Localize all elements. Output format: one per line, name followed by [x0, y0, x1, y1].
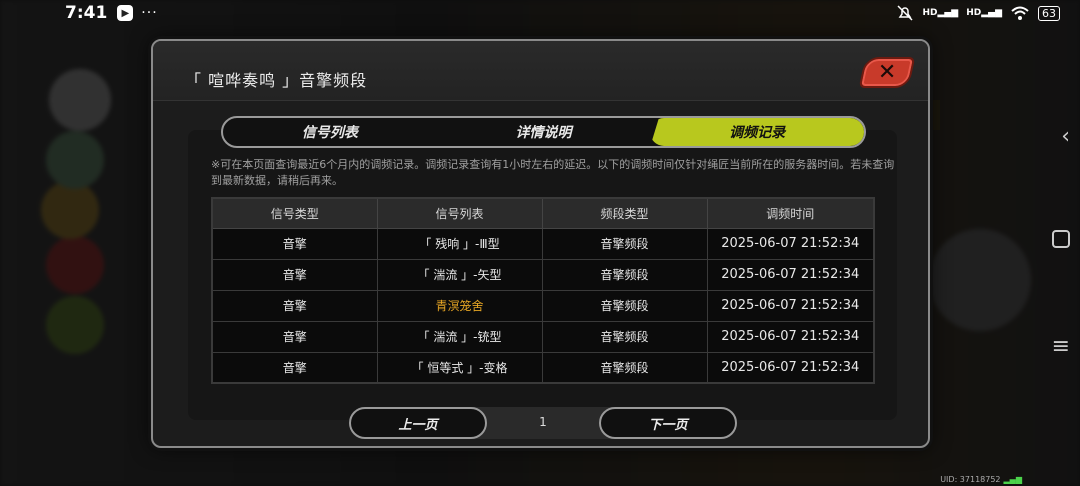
cell-band-type: 音擎频段: [541, 289, 708, 322]
app-icon: ▶: [117, 5, 134, 21]
cell-signal-type: 音擎: [211, 227, 378, 260]
do-not-disturb-icon: [897, 5, 913, 21]
more-notifications-icon: ···: [141, 5, 158, 21]
cell-signal-type: 音擎: [211, 351, 378, 384]
table-row: 音擎 「 湍流 」-矢型 音擎频段 2025-06-07 21:52:34: [211, 258, 875, 291]
table-row: 音擎 「 残响 」-Ⅲ型 音擎频段 2025-06-07 21:52:34: [211, 227, 875, 260]
cell-signal-name: 青溟笼舍: [376, 289, 543, 322]
cell-tuning-time: 2025-06-07 21:52:34: [706, 351, 875, 384]
cell-signal-type: 音擎: [211, 320, 378, 353]
cell-band-type: 音擎频段: [541, 351, 708, 384]
network-type-2: HD: [966, 7, 982, 18]
tab-details[interactable]: 详情说明: [437, 118, 651, 146]
column-header: 信号列表: [376, 197, 543, 229]
cell-tuning-time: 2025-06-07 21:52:34: [706, 320, 875, 353]
connection-signal-icon: ▂▄▆: [1003, 475, 1022, 484]
table-header-row: 信号类型 信号列表 频段类型 调频时间: [211, 197, 875, 229]
tab-bar: 信号列表 详情说明 调频记录: [221, 116, 866, 148]
cell-band-type: 音擎频段: [541, 227, 708, 260]
column-header: 频段类型: [541, 197, 708, 229]
back-icon[interactable]: ‹: [1061, 124, 1070, 149]
cell-tuning-time: 2025-06-07 21:52:34: [706, 289, 875, 322]
cell-tuning-time: 2025-06-07 21:52:34: [706, 258, 875, 291]
uid-text: UID: 37118752: [940, 475, 1001, 484]
tab-tuning-records[interactable]: 调频记录: [650, 118, 864, 146]
signal-icon: HD▂▄▆: [966, 7, 1002, 18]
battery-icon: 63: [1038, 5, 1060, 21]
status-indicators: HD▂▄▆ HD▂▄▆ 63: [896, 5, 1060, 21]
cell-signal-name: 「 残响 」-Ⅲ型: [376, 227, 543, 260]
cell-signal-type: 音擎: [211, 289, 378, 322]
signal-icon: HD▂▄▆: [922, 7, 959, 18]
recents-icon[interactable]: ≡: [1052, 334, 1070, 359]
column-header: 调频时间: [706, 197, 875, 229]
network-type-1: HD: [922, 7, 938, 18]
table-row: 音擎 青溟笼舍 音擎频段 2025-06-07 21:52:34: [211, 289, 875, 322]
wifi-icon: [1011, 6, 1029, 20]
cell-signal-name: 「 湍流 」-矢型: [376, 258, 543, 291]
cell-signal-type: 音擎: [211, 258, 378, 291]
cell-band-type: 音擎频段: [541, 320, 708, 353]
dialog-title: 「 喧哗奏鸣 」音擎频段: [185, 71, 368, 90]
home-icon[interactable]: [1052, 230, 1070, 248]
notice-text: ※可在本页面查询最近6个月内的调频记录。调频记录查询有1小时左右的延迟。以下的调…: [211, 158, 895, 187]
table-row: 音擎 「 湍流 」-铳型 音擎频段 2025-06-07 21:52:34: [211, 320, 875, 353]
close-button[interactable]: ✕: [858, 57, 916, 88]
cell-signal-name: 「 湍流 」-铳型: [376, 320, 543, 353]
tab-signal-list[interactable]: 信号列表: [223, 118, 437, 146]
prev-page-button[interactable]: 上一页: [349, 407, 487, 439]
close-icon: ✕: [877, 59, 897, 85]
dialog-header: 「 喧哗奏鸣 」音擎频段 ✕: [153, 41, 928, 101]
cell-tuning-time: 2025-06-07 21:52:34: [706, 227, 875, 260]
column-header: 信号类型: [211, 197, 378, 229]
pagination: 1 上一页 下一页: [349, 407, 737, 439]
cell-band-type: 音擎频段: [541, 258, 708, 291]
next-page-button[interactable]: 下一页: [599, 407, 737, 439]
status-bar: 7:41 ▶ ··· HD▂▄▆ HD▂▄▆ 63: [0, 0, 1080, 26]
uid-label: UID: 37118752 ▂▄▆: [940, 475, 1022, 484]
status-time: 7:41: [65, 3, 108, 23]
frequency-dialog: 「 喧哗奏鸣 」音擎频段 ✕ 信号列表 详情说明 调频记录 ※可在本页面查询最近…: [151, 39, 930, 448]
table-row: 音擎 「 恒等式 」-变格 音擎频段 2025-06-07 21:52:34: [211, 351, 875, 384]
cell-signal-name: 「 恒等式 」-变格: [376, 351, 543, 384]
records-table: 信号类型 信号列表 频段类型 调频时间 音擎 「 残响 」-Ⅲ型 音擎频段 20…: [211, 197, 875, 384]
